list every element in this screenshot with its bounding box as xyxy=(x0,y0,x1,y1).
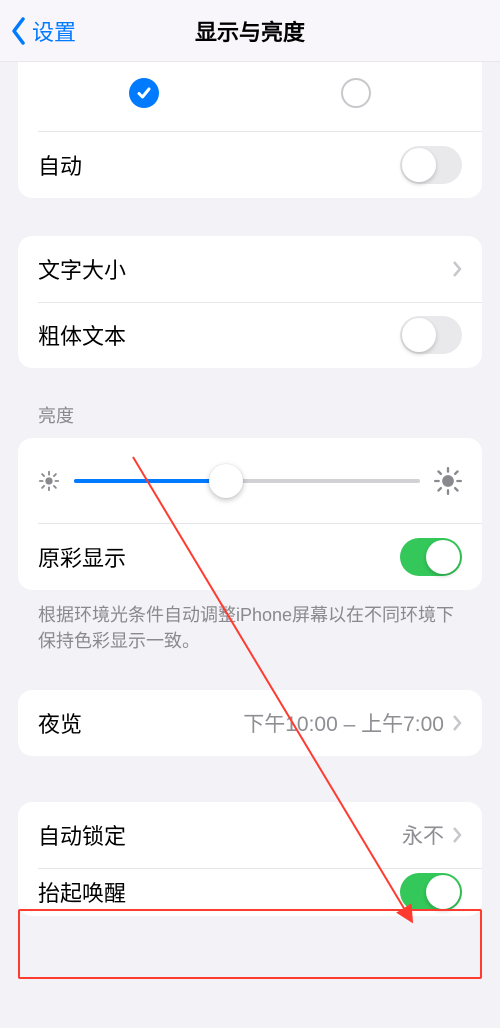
brightness-slider-thumb[interactable] xyxy=(209,464,243,498)
night-shift-label: 夜览 xyxy=(38,707,82,739)
appearance-group: 自动 xyxy=(18,62,482,198)
night-shift-group: 夜览 下午10:00 – 上午7:00 xyxy=(18,690,482,756)
brightness-header: 亮度 xyxy=(38,402,462,428)
appearance-auto-switch[interactable] xyxy=(400,146,462,184)
chevron-left-icon xyxy=(10,16,28,46)
nav-bar: 设置 显示与亮度 xyxy=(0,0,500,62)
chevron-right-icon xyxy=(452,714,462,732)
page-title: 显示与亮度 xyxy=(195,15,305,47)
raise-to-wake-row[interactable]: 抬起唤醒 xyxy=(18,868,482,916)
text-size-label: 文字大小 xyxy=(38,253,126,285)
text-group: 文字大小 粗体文本 xyxy=(18,236,482,368)
checkmark-icon xyxy=(136,85,152,101)
true-tone-switch[interactable] xyxy=(400,538,462,576)
lock-group: 自动锁定 永不 抬起唤醒 xyxy=(18,802,482,916)
back-button[interactable]: 设置 xyxy=(10,15,76,47)
brightness-slider[interactable] xyxy=(74,479,420,483)
auto-lock-row[interactable]: 自动锁定 永不 xyxy=(18,802,482,868)
brightness-slider-fill xyxy=(74,479,226,483)
auto-lock-label: 自动锁定 xyxy=(38,819,126,851)
night-shift-row[interactable]: 夜览 下午10:00 – 上午7:00 xyxy=(18,690,482,756)
appearance-auto-row[interactable]: 自动 xyxy=(18,132,482,198)
bold-text-row[interactable]: 粗体文本 xyxy=(18,302,482,368)
brightness-slider-row xyxy=(18,438,482,524)
brightness-low-icon xyxy=(38,470,60,492)
appearance-radio-row xyxy=(18,62,482,132)
brightness-high-icon xyxy=(434,467,462,495)
raise-to-wake-label: 抬起唤醒 xyxy=(38,876,126,908)
bold-text-switch[interactable] xyxy=(400,316,462,354)
text-size-row[interactable]: 文字大小 xyxy=(18,236,482,302)
true-tone-label: 原彩显示 xyxy=(38,541,126,573)
annotation-highlight xyxy=(18,909,482,979)
auto-lock-value: 永不 xyxy=(402,820,444,850)
appearance-auto-label: 自动 xyxy=(38,149,82,181)
raise-to-wake-switch[interactable] xyxy=(400,873,462,911)
appearance-dark-radio[interactable] xyxy=(341,78,371,108)
chevron-right-icon xyxy=(452,826,462,844)
true-tone-row[interactable]: 原彩显示 xyxy=(18,524,482,590)
back-label: 设置 xyxy=(32,15,76,47)
brightness-group: 原彩显示 xyxy=(18,438,482,590)
true-tone-footer: 根据环境光条件自动调整iPhone屏幕以在不同环境下保持色彩显示一致。 xyxy=(38,602,462,654)
bold-text-label: 粗体文本 xyxy=(38,319,126,351)
appearance-light-radio[interactable] xyxy=(129,78,159,108)
chevron-right-icon xyxy=(452,260,462,278)
night-shift-value: 下午10:00 – 上午7:00 xyxy=(243,708,444,738)
